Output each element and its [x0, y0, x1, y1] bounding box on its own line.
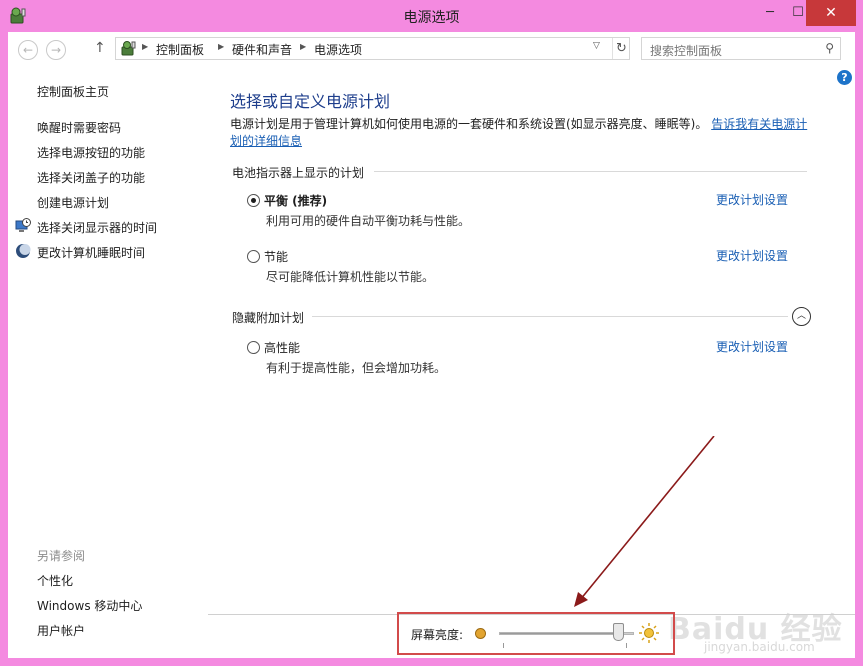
window-title: 电源选项 [403, 10, 460, 26]
help-icon[interactable]: ? [837, 70, 852, 85]
plan-desc-balanced: 利用可用的硬件自动平衡功耗与性能。 [266, 214, 471, 228]
change-plan-settings-balanced[interactable]: 更改计划设置 [716, 191, 788, 208]
search-placeholder: 搜索控制面板 [650, 44, 723, 58]
hidden-plans-section-heading: 隐藏附加计划 [232, 311, 305, 325]
plan-radio-high-performance[interactable] [247, 341, 260, 354]
slider-tick [626, 643, 627, 648]
bright-sun-icon [639, 623, 659, 643]
annotation-arrow [574, 436, 715, 607]
sidebar-item-control-panel-home[interactable]: 控制面板主页 [37, 83, 109, 100]
section-divider [312, 316, 788, 317]
change-plan-settings-high-performance[interactable]: 更改计划设置 [716, 338, 788, 355]
sidebar-item-sleep-time[interactable]: 更改计算机睡眠时间 [37, 244, 145, 261]
search-input[interactable]: 搜索控制面板 ⚲ [641, 37, 841, 60]
slider-tick [503, 643, 504, 648]
plan-radio-power-saver[interactable] [247, 250, 260, 263]
title-bar[interactable]: 电源选项 ─ ☐ ✕ [0, 0, 863, 32]
see-also-user-accounts[interactable]: 用户帐户 [37, 622, 85, 639]
dim-brightness-icon [475, 628, 486, 639]
breadcrumb-hardware-sound[interactable]: 硬件和声音 [232, 41, 292, 58]
moon-icon [16, 244, 31, 258]
breadcrumb-separator: ▶ [218, 42, 225, 51]
brightness-slider-fill [500, 633, 625, 634]
window-client-area: ← → ↑ ▶ 控制面板 ▶ 硬件和声音 ▶ 电源选项 ▽ ↻ 搜索控制面板 ⚲… [8, 32, 855, 658]
plan-desc-power-saver: 尽可能降低计算机性能以节能。 [266, 270, 435, 284]
brightness-label: 屏幕亮度: [411, 628, 464, 642]
battery-meter-section-heading: 电池指示器上显示的计划 [232, 166, 365, 180]
page-description: 电源计划是用于管理计算机如何使用电源的一套硬件和系统设置(如显示器亮度、睡眠等)… [230, 116, 815, 150]
sidebar-item-display-off[interactable]: 选择关闭显示器的时间 [37, 219, 157, 236]
plan-name-high-performance[interactable]: 高性能 [264, 339, 300, 356]
plan-desc-high-performance: 有利于提高性能，但会增加功耗。 [266, 361, 447, 375]
page-title: 选择或自定义电源计划 [230, 92, 391, 111]
section-divider [374, 171, 807, 172]
sidebar: 控制面板主页 唤醒时需要密码 选择电源按钮的功能 选择关闭盖子的功能 创建电源计… [8, 32, 208, 658]
see-also-heading: 另请参阅 [37, 549, 86, 563]
sidebar-item-create-plan[interactable]: 创建电源计划 [37, 194, 109, 211]
see-also-mobility-center[interactable]: Windows 移动中心 [37, 597, 142, 614]
refresh-icon[interactable]: ↻ [612, 38, 630, 59]
collapse-hidden-plans-button[interactable]: ︿ [792, 307, 811, 326]
watermark-url: jingyan.baidu.com [704, 640, 815, 654]
monitor-clock-icon [15, 218, 31, 232]
brightness-slider-thumb[interactable] [613, 623, 625, 641]
breadcrumb-separator: ▶ [300, 42, 307, 51]
power-options-window: 电源选项 ─ ☐ ✕ ← → ↑ ▶ 控制面板 ▶ 硬件和声音 ▶ 电源选项 ▽… [0, 0, 863, 666]
breadcrumb-power-options[interactable]: 电源选项 [314, 41, 362, 58]
change-plan-settings-power-saver[interactable]: 更改计划设置 [716, 247, 788, 264]
plan-radio-balanced[interactable] [247, 194, 260, 207]
chevron-down-icon[interactable]: ▽ [593, 41, 600, 51]
minimize-button[interactable]: ─ [756, 0, 784, 26]
sidebar-item-power-button[interactable]: 选择电源按钮的功能 [37, 144, 145, 161]
screen-brightness-control: 屏幕亮度: [397, 612, 675, 655]
plan-name-power-saver[interactable]: 节能 [264, 248, 288, 265]
sidebar-item-lid-close[interactable]: 选择关闭盖子的功能 [37, 169, 145, 186]
sidebar-item-wake-password[interactable]: 唤醒时需要密码 [37, 119, 121, 136]
close-button[interactable]: ✕ [806, 0, 856, 26]
search-icon[interactable]: ⚲ [825, 41, 834, 55]
description-text: 电源计划是用于管理计算机如何使用电源的一套硬件和系统设置(如显示器亮度、睡眠等)… [230, 117, 708, 131]
plan-name-balanced[interactable]: 平衡 (推荐) [264, 192, 327, 209]
see-also-personalization[interactable]: 个性化 [37, 572, 73, 589]
